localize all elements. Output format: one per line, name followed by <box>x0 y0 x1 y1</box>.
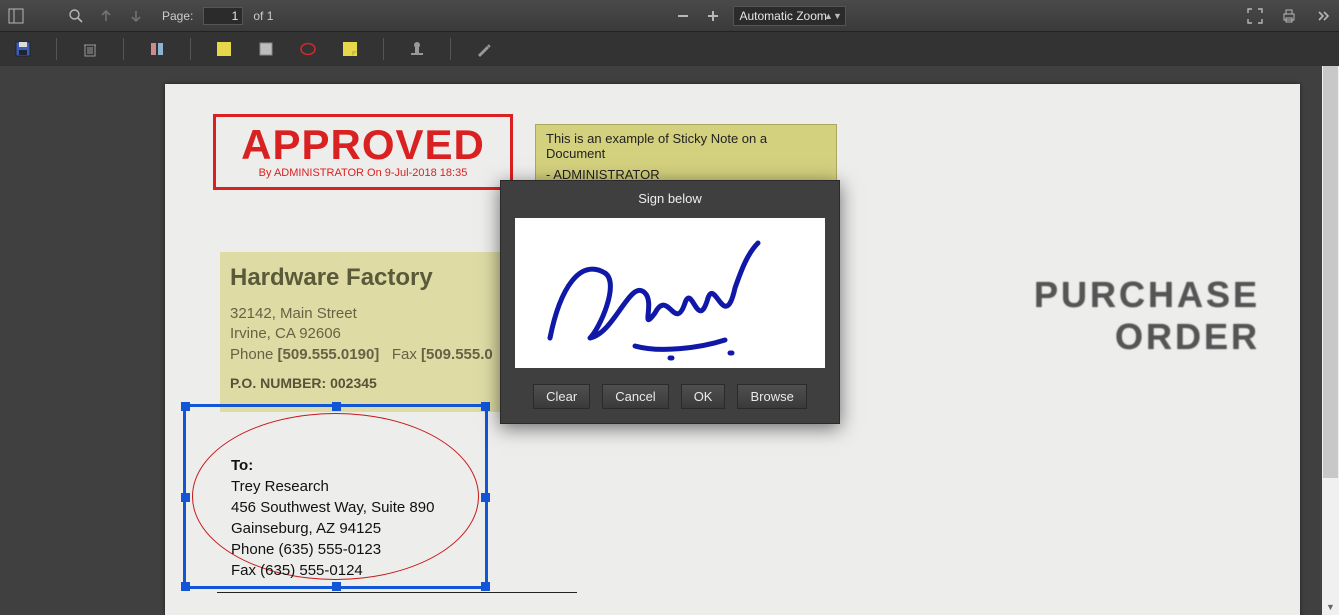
main-toolbar: Page: of 1 Automatic Zoom ▲▼ <box>0 0 1339 32</box>
fullscreen-icon[interactable] <box>1245 6 1265 26</box>
vertical-scrollbar[interactable]: ▼ <box>1322 66 1339 615</box>
zoom-in-icon[interactable] <box>703 6 723 26</box>
cancel-button[interactable]: Cancel <box>602 384 668 409</box>
page-label: Page: <box>162 9 193 23</box>
company-highlight[interactable]: Hardware Factory 32142, Main Street Irvi… <box>220 252 530 412</box>
save-icon[interactable] <box>14 40 32 58</box>
company-address: 32142, Main Street Irvine, CA 92606 Phon… <box>230 304 520 365</box>
stamp-subtitle: By ADMINISTRATOR On 9-Jul-2018 18:35 <box>224 167 502 179</box>
stamp-title: APPROVED <box>224 121 502 169</box>
purchase-order-title: PURCHASE ORDER <box>1034 274 1260 358</box>
page-total: of 1 <box>253 9 273 23</box>
dialog-title: Sign below <box>501 181 839 214</box>
signature-pad[interactable] <box>515 218 825 368</box>
resize-handle[interactable] <box>481 582 490 591</box>
prev-page-icon[interactable] <box>96 6 116 26</box>
resize-handle[interactable] <box>332 582 341 591</box>
resize-handle[interactable] <box>181 493 190 502</box>
annotation-toolbar <box>0 32 1339 66</box>
selection-rect[interactable]: To: Trey Research 456 Southwest Way, Sui… <box>183 404 488 589</box>
ellipse-icon[interactable] <box>299 40 317 58</box>
table-fragment <box>217 592 577 593</box>
company-name: Hardware Factory <box>230 264 520 292</box>
po-number: P.O. NUMBER: 002345 <box>230 375 520 391</box>
page-number-input[interactable] <box>203 7 243 25</box>
to-address: To: Trey Research 456 Southwest Way, Sui… <box>231 455 434 581</box>
approved-stamp[interactable]: APPROVED By ADMINISTRATOR On 9-Jul-2018 … <box>213 114 513 190</box>
resize-handle[interactable] <box>181 402 190 411</box>
search-icon[interactable] <box>66 6 86 26</box>
ok-button[interactable]: OK <box>681 384 726 409</box>
trash-icon[interactable] <box>81 40 99 58</box>
sign-dialog: Sign below Clear Cancel OK Browse <box>500 180 840 424</box>
clear-button[interactable]: Clear <box>533 384 590 409</box>
resize-handle[interactable] <box>332 402 341 411</box>
zoom-select-value: Automatic Zoom <box>733 6 846 26</box>
select-annot-icon[interactable] <box>148 40 166 58</box>
rectangle-icon[interactable] <box>257 40 275 58</box>
dialog-buttons: Clear Cancel OK Browse <box>501 372 839 423</box>
sticky-note-icon[interactable] <box>341 40 359 58</box>
zoom-out-icon[interactable] <box>673 6 693 26</box>
scrollbar-thumb[interactable] <box>1323 66 1338 478</box>
resize-handle[interactable] <box>481 402 490 411</box>
browse-button[interactable]: Browse <box>737 384 806 409</box>
sign-icon[interactable] <box>475 40 493 58</box>
more-icon[interactable] <box>1313 6 1333 26</box>
zoom-select[interactable]: Automatic Zoom ▲▼ <box>733 6 846 26</box>
next-page-icon[interactable] <box>126 6 146 26</box>
resize-handle[interactable] <box>181 582 190 591</box>
sidebar-toggle-icon[interactable] <box>6 6 26 26</box>
stamp-icon[interactable] <box>408 40 426 58</box>
resize-handle[interactable] <box>481 493 490 502</box>
sticky-text: This is an example of Sticky Note on a D… <box>546 131 826 161</box>
highlight-icon[interactable] <box>215 40 233 58</box>
print-icon[interactable] <box>1279 6 1299 26</box>
scrollbar-down-arrow[interactable]: ▼ <box>1322 598 1339 615</box>
